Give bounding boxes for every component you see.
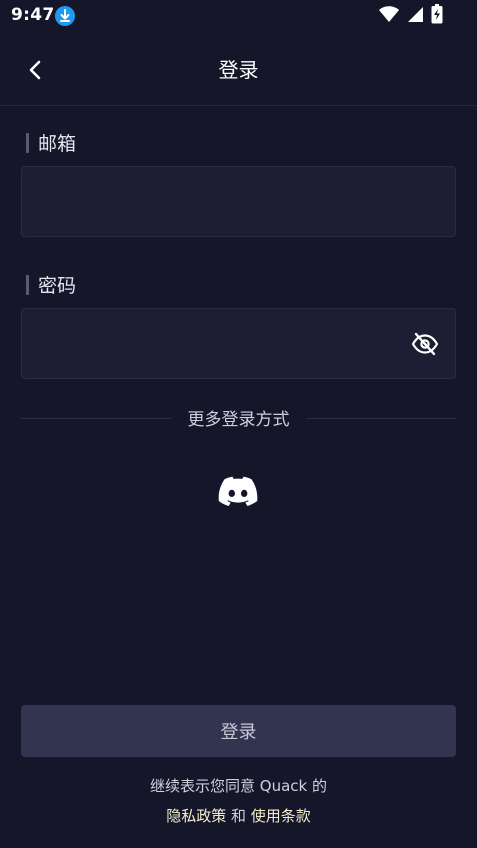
signal-icon (407, 6, 424, 27)
password-field-container (21, 308, 456, 379)
status-bar: 9:47 (0, 0, 477, 34)
more-login-label: 更多登录方式 (177, 410, 300, 430)
email-field[interactable] (22, 167, 455, 236)
login-screen: 9:47 登录 邮箱 密码 更多登录方式 登录 继续表示您同意 Quack 的 … (0, 0, 477, 848)
discord-login-button[interactable] (218, 473, 258, 509)
privacy-policy-link[interactable]: 隐私政策 (166, 807, 226, 825)
login-button[interactable]: 登录 (21, 705, 456, 757)
app-header: 登录 (0, 34, 477, 106)
status-time: 9:47 (11, 5, 55, 25)
label-accent-bar (26, 132, 29, 153)
password-label-text: 密码 (38, 275, 77, 297)
status-icons (378, 4, 443, 28)
password-label: 密码 (26, 271, 76, 298)
terms-intro: 继续表示您同意 Quack 的 (150, 777, 327, 795)
terms-conjunction: 和 (226, 807, 251, 825)
password-field[interactable] (22, 309, 455, 378)
wifi-icon (378, 5, 400, 27)
download-icon (55, 6, 75, 26)
eye-off-icon (411, 332, 439, 356)
email-label-text: 邮箱 (38, 133, 77, 155)
email-field-container (21, 166, 456, 237)
terms-of-use-link[interactable]: 使用条款 (251, 807, 311, 825)
password-visibility-toggle[interactable] (411, 331, 439, 357)
terms-links: 隐私政策 和 使用条款 (0, 805, 477, 826)
discord-icon (218, 476, 258, 506)
battery-charging-icon (431, 4, 443, 28)
more-login-divider: 更多登录方式 (21, 405, 456, 431)
page-title: 登录 (218, 58, 259, 82)
email-label: 邮箱 (26, 129, 76, 156)
label-accent-bar (26, 274, 29, 295)
